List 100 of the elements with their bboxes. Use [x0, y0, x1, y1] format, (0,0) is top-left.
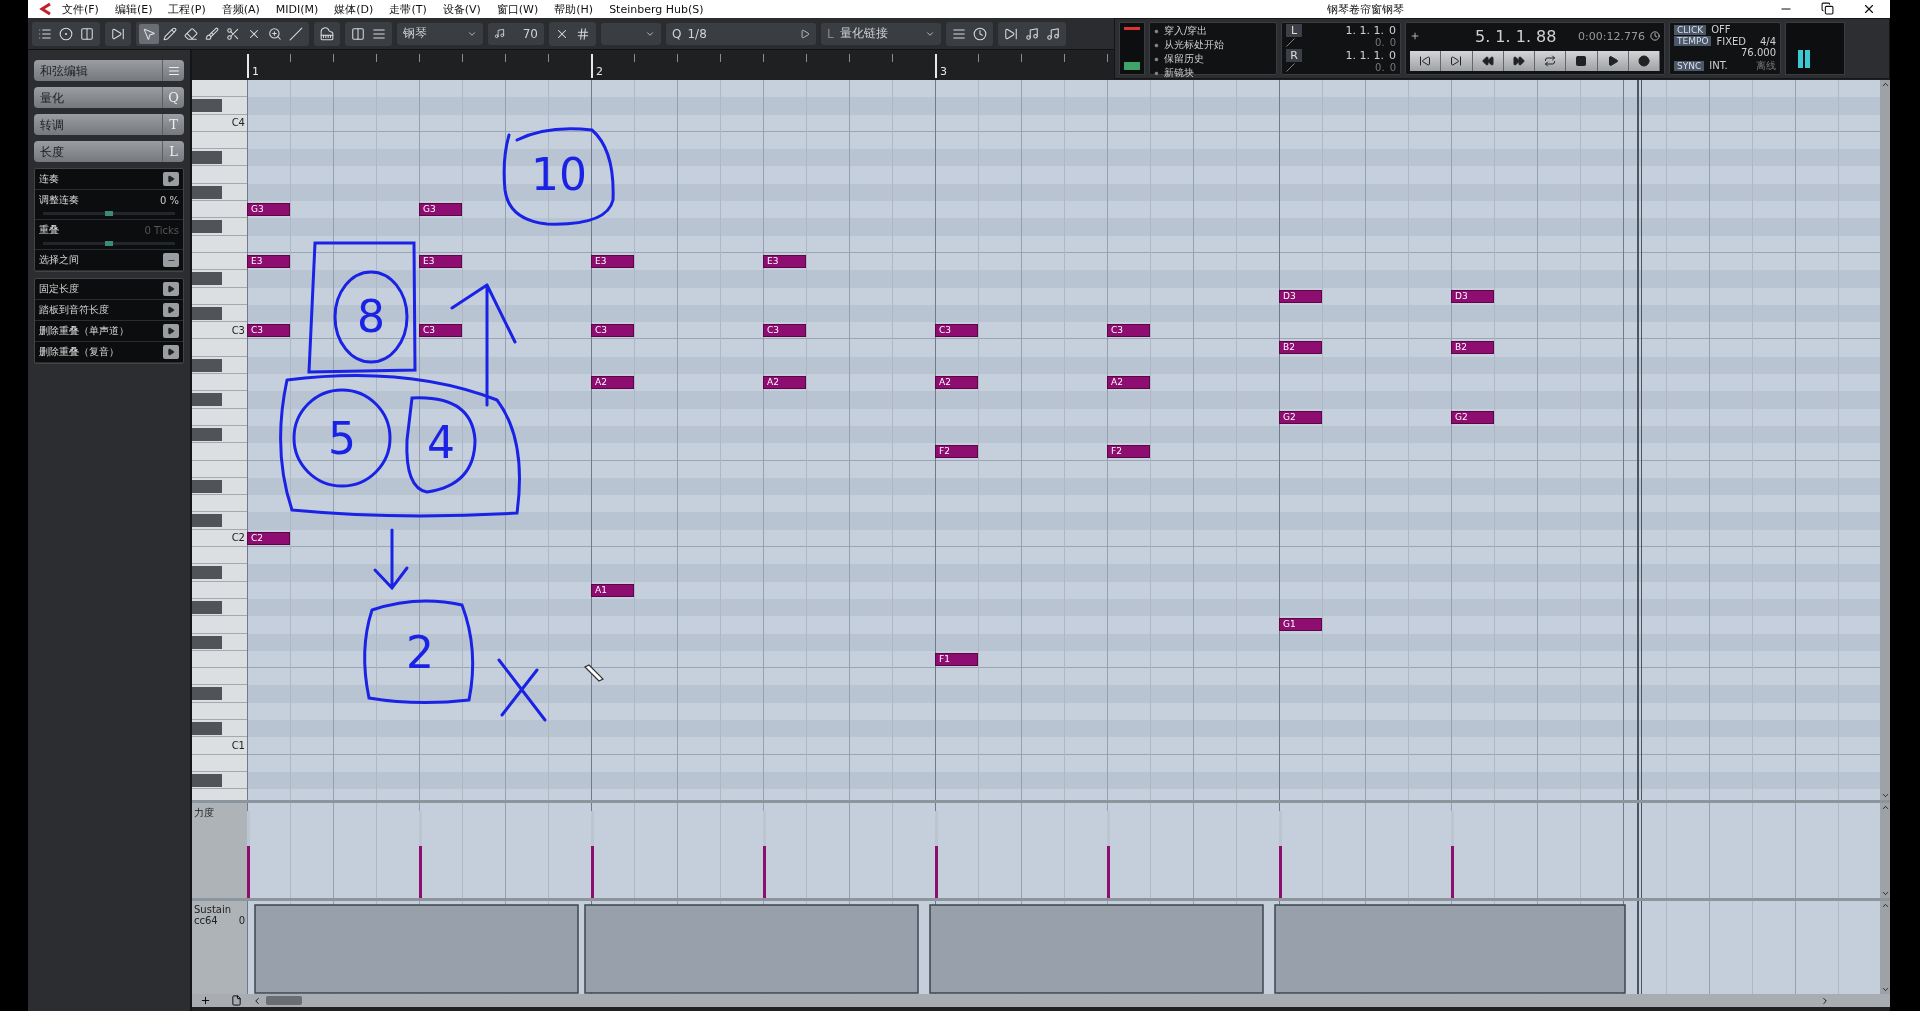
piano-key[interactable]: [192, 270, 247, 288]
sharp-key[interactable]: [192, 479, 222, 493]
sharp-key[interactable]: [192, 151, 222, 165]
go-to-end-button[interactable]: [1441, 50, 1473, 71]
menu-item[interactable]: MIDI(M): [267, 2, 327, 16]
midi-note[interactable]: A2: [591, 376, 634, 390]
stop-button[interactable]: [1566, 50, 1598, 71]
quantize-dropdown[interactable]: Q 1/8: [666, 22, 816, 45]
mode-label[interactable]: 保留历史: [1164, 52, 1204, 66]
apply-button[interactable]: [163, 303, 179, 317]
sharp-key[interactable]: [192, 773, 222, 787]
piano-key[interactable]: [192, 512, 247, 530]
midi-note[interactable]: A2: [763, 376, 806, 390]
cycle-button[interactable]: [1535, 50, 1567, 71]
sharp-key[interactable]: [192, 393, 222, 407]
midi-note[interactable]: G1: [1279, 618, 1322, 632]
fast-forward-button[interactable]: [1503, 50, 1535, 71]
piano-key[interactable]: C1: [192, 737, 247, 755]
sharp-key[interactable]: [192, 220, 222, 234]
menu-item[interactable]: 工程(P): [160, 1, 214, 17]
piano-key[interactable]: C3: [192, 322, 247, 340]
midi-note[interactable]: D3: [1279, 289, 1322, 303]
go-to-start-button[interactable]: [1410, 50, 1442, 71]
midi-note[interactable]: G3: [419, 203, 462, 217]
scroll-down-icon[interactable]: [1880, 985, 1890, 994]
menu-item[interactable]: 媒体(D): [326, 1, 382, 17]
midi-note[interactable]: G2: [1451, 410, 1494, 424]
file-icon[interactable]: [231, 995, 242, 1006]
inspector-section-header[interactable]: 长度 L: [34, 141, 184, 162]
scroll-up-icon[interactable]: [1880, 901, 1890, 910]
midi-note[interactable]: E3: [591, 254, 634, 268]
midi-note[interactable]: E3: [763, 254, 806, 268]
sharp-key[interactable]: [192, 427, 222, 441]
midi-note[interactable]: F2: [935, 445, 978, 459]
sharp-key[interactable]: [192, 185, 222, 199]
scroll-up-icon[interactable]: [1880, 80, 1890, 89]
click-button[interactable]: CLICK: [1674, 24, 1707, 35]
scroll-thumb[interactable]: [266, 996, 302, 1005]
sharp-key[interactable]: [192, 306, 222, 320]
sharp-key[interactable]: [192, 99, 222, 113]
midi-note[interactable]: A2: [935, 376, 978, 390]
inspector-section-header[interactable]: 转调 T: [34, 114, 184, 135]
midi-note[interactable]: B2: [1451, 341, 1494, 355]
menu-item[interactable]: 编辑(E): [106, 1, 161, 17]
sharp-key[interactable]: [192, 358, 222, 372]
scroll-right-icon[interactable]: [1820, 995, 1830, 1006]
sharp-key[interactable]: [192, 514, 222, 528]
midi-note[interactable]: C3: [763, 324, 806, 338]
piano-key[interactable]: [192, 149, 247, 167]
inspector-section-header[interactable]: 量化 Q: [34, 87, 184, 108]
apply-button[interactable]: [163, 172, 179, 186]
piano-key[interactable]: [192, 391, 247, 409]
sharp-key[interactable]: [192, 600, 222, 614]
mode-label[interactable]: 穿入/穿出: [1164, 24, 1208, 38]
inspector-section-header[interactable]: 和弦编辑: [34, 60, 184, 81]
midi-note[interactable]: G3: [247, 203, 290, 217]
length-quantize-dropdown[interactable]: L 量化链接: [821, 22, 941, 45]
midi-note[interactable]: C2: [247, 531, 290, 545]
midi-note[interactable]: A1: [591, 583, 634, 597]
tempo-button[interactable]: TEMPO: [1674, 36, 1712, 47]
mode-label[interactable]: 新镜块: [1164, 66, 1194, 80]
record-button[interactable]: [1628, 50, 1660, 71]
midi-note[interactable]: B2: [1279, 341, 1322, 355]
piano-key[interactable]: [192, 218, 247, 236]
midi-note[interactable]: A2: [1107, 376, 1150, 390]
sharp-key[interactable]: [192, 566, 222, 580]
scroll-down-icon[interactable]: [1880, 791, 1890, 800]
midi-note[interactable]: D3: [1451, 289, 1494, 303]
sharp-key[interactable]: [192, 635, 222, 649]
slider-thumb[interactable]: [105, 211, 113, 216]
midi-note[interactable]: G2: [1279, 410, 1322, 424]
sharp-key[interactable]: [192, 687, 222, 701]
locator-label[interactable]: R: [1286, 48, 1302, 62]
menu-item[interactable]: 音频(A): [213, 1, 268, 17]
piano-key[interactable]: [192, 564, 247, 582]
rewind-button[interactable]: [1472, 50, 1504, 71]
menu-item[interactable]: 设备(V): [434, 1, 489, 17]
velocity-field[interactable]: 70: [488, 22, 544, 45]
locator-label[interactable]: L: [1286, 24, 1302, 38]
scroll-up-icon[interactable]: [1880, 803, 1890, 812]
play-button[interactable]: [1597, 50, 1629, 71]
menu-item[interactable]: 窗口(W): [488, 1, 547, 17]
midi-note[interactable]: E3: [247, 254, 290, 268]
menu-item[interactable]: 走带(T): [381, 1, 435, 17]
track-dropdown[interactable]: 钢琴: [397, 22, 483, 45]
close-icon[interactable]: [1862, 2, 1876, 16]
midi-note[interactable]: C3: [247, 324, 290, 338]
mode-label[interactable]: 从光标处开始: [1164, 38, 1224, 52]
midi-note[interactable]: F2: [1107, 445, 1150, 459]
midi-note[interactable]: F1: [935, 652, 978, 666]
scroll-left-icon[interactable]: [252, 995, 262, 1006]
toggle-button[interactable]: [163, 253, 179, 267]
menu-item[interactable]: Steinberg Hub(S): [601, 2, 712, 16]
piano-key[interactable]: [192, 685, 247, 703]
apply-button[interactable]: [163, 282, 179, 296]
pointer-button[interactable]: [139, 23, 159, 44]
midi-note[interactable]: E3: [419, 254, 462, 268]
sync-button[interactable]: SYNC: [1674, 60, 1705, 71]
sharp-key[interactable]: [192, 272, 222, 286]
midi-note[interactable]: C3: [419, 324, 462, 338]
